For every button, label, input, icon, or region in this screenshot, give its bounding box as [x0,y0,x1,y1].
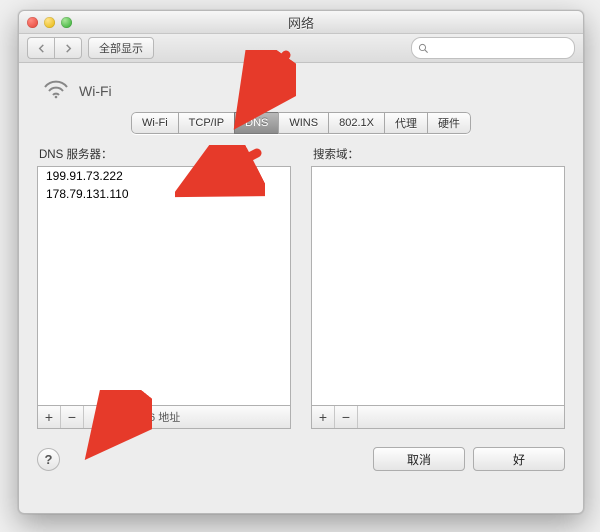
remove-dns-button[interactable]: − [61,406,84,428]
tab-dns[interactable]: DNS [234,112,278,134]
minus-icon: − [68,409,76,425]
plus-icon: + [319,409,327,425]
preferences-window: 网络 全部显示 [18,10,584,514]
search-domains-footer: + − [311,406,565,429]
list-item[interactable]: 178.79.131.110 [38,185,290,203]
list-item[interactable]: 199.91.73.222 [38,167,290,185]
dns-servers-label: DNS 服务器： [39,146,291,162]
minus-icon: − [342,409,350,425]
plus-icon: + [45,409,53,425]
tab-wins[interactable]: WINS [278,112,328,134]
help-button[interactable]: ? [37,448,60,471]
help-icon: ? [45,452,53,467]
zoom-icon[interactable] [61,17,72,28]
add-search-domain-button[interactable]: + [312,406,335,428]
content: Wi-Fi Wi-FiTCP/IPDNSWINS802.1X代理硬件 DNS 服… [19,63,583,481]
search-icon [418,43,429,54]
tab-hw[interactable]: 硬件 [427,112,471,134]
toolbar: 全部显示 [19,34,583,63]
tab-tcpip[interactable]: TCP/IP [178,112,234,134]
dns-servers-list[interactable]: 199.91.73.222178.79.131.110 [37,166,291,406]
tabs: Wi-FiTCP/IPDNSWINS802.1X代理硬件 [37,112,565,134]
back-button[interactable] [27,37,54,59]
window-controls [27,17,72,28]
search-domains-column: 搜索域： + − [311,146,565,429]
bottom-bar: ? 取消 好 [37,447,565,471]
tab-proxy[interactable]: 代理 [384,112,427,134]
interface-name: Wi-Fi [79,83,112,99]
close-icon[interactable] [27,17,38,28]
show-all-button[interactable]: 全部显示 [88,37,154,59]
dns-servers-column: DNS 服务器： 199.91.73.222178.79.131.110 + −… [37,146,291,429]
tab-8021x[interactable]: 802.1X [328,112,384,134]
cancel-button[interactable]: 取消 [373,447,465,471]
search-domains-label: 搜索域： [313,146,565,162]
ok-label: 好 [513,451,525,468]
ok-button[interactable]: 好 [473,447,565,471]
wifi-icon [43,79,69,102]
remove-search-domain-button[interactable]: − [335,406,358,428]
nav-buttons [27,37,82,59]
search-domains-list[interactable] [311,166,565,406]
window-title: 网络 [19,13,583,32]
dns-servers-footer: + − IPv4 或 IPv6 地址 [37,406,291,429]
cancel-label: 取消 [407,451,431,468]
titlebar: 网络 [19,11,583,34]
forward-button[interactable] [54,37,82,59]
search-input[interactable] [411,37,575,59]
interface-header: Wi-Fi [43,79,565,102]
add-dns-button[interactable]: + [38,406,61,428]
tab-wifi[interactable]: Wi-Fi [131,112,178,134]
dns-hint: IPv4 或 IPv6 地址 [94,409,180,425]
show-all-label: 全部显示 [99,40,143,56]
minimize-icon[interactable] [44,17,55,28]
